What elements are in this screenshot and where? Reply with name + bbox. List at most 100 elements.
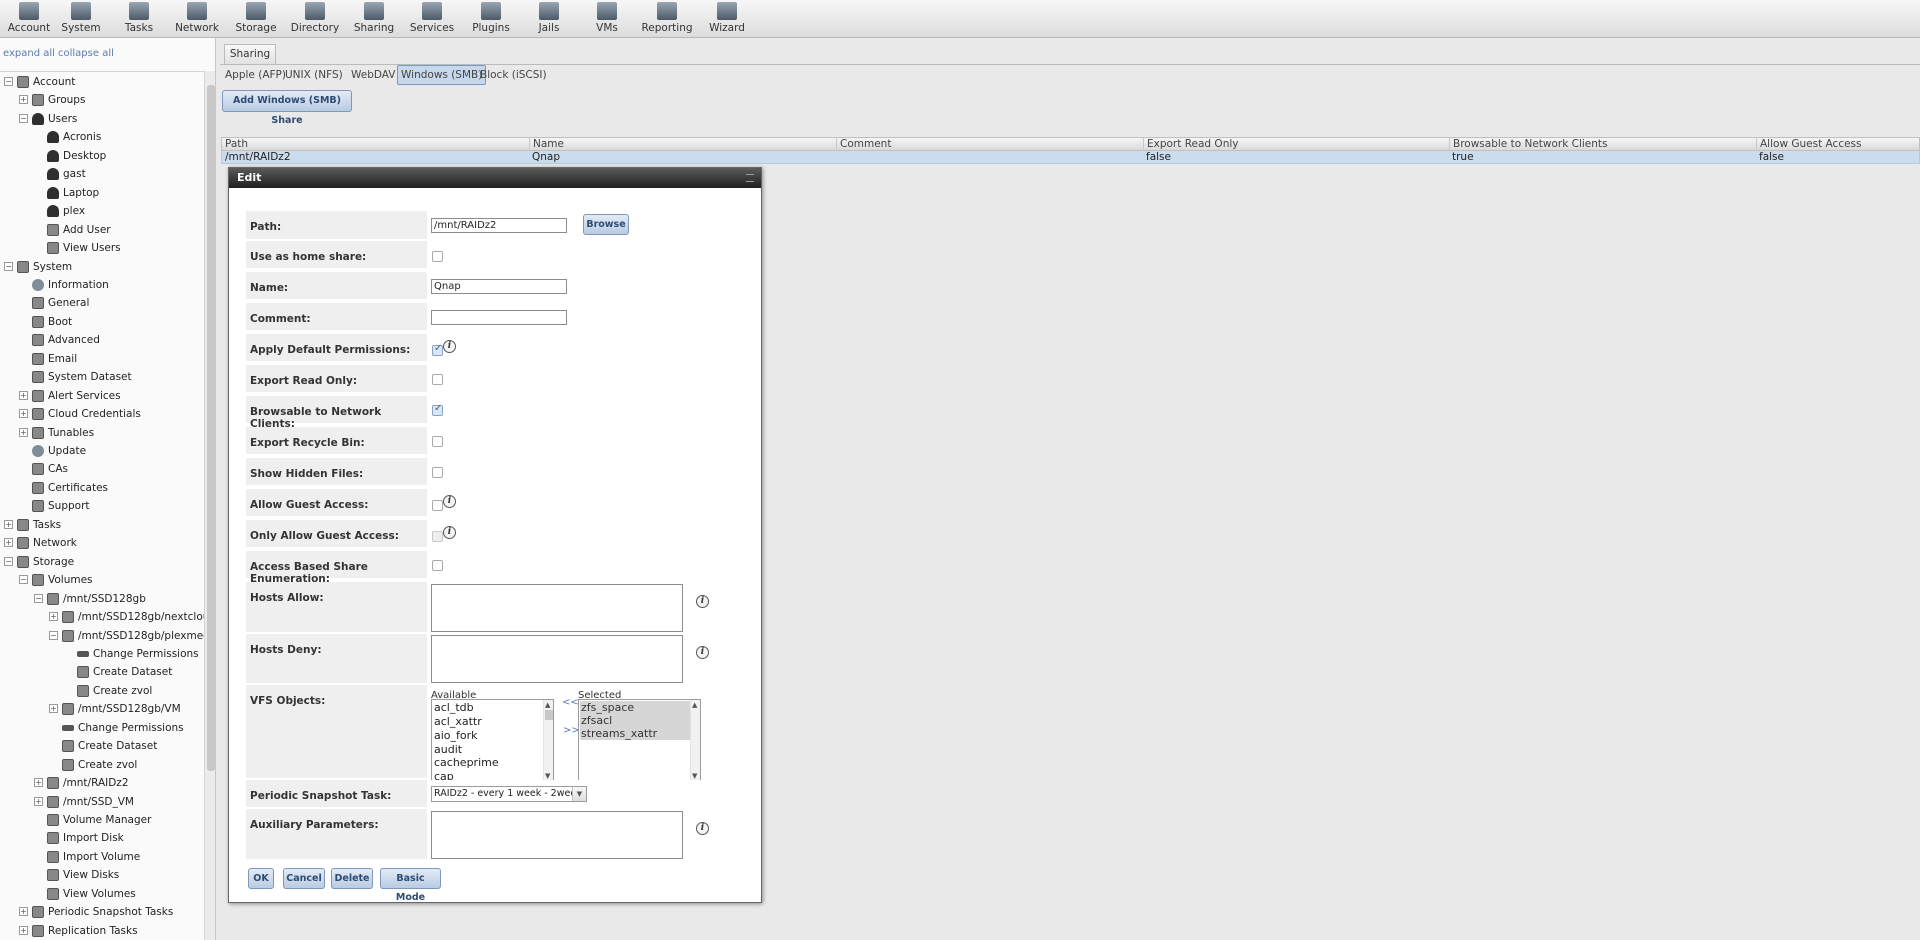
sidebar-tree-item[interactable]: Update [0,442,204,460]
sidebar-tree-item[interactable]: Create Dataset [0,737,204,755]
list-item[interactable]: zfsacl [580,714,690,727]
show-hidden-files-checkbox[interactable] [432,467,443,478]
sidebar-tree-item[interactable]: Import Disk [0,829,204,847]
toolbar-vms[interactable]: VMs [578,0,636,38]
sidebar-tree-item[interactable]: Create zvol [0,756,204,774]
toolbar-system[interactable]: System [52,0,110,38]
expand-icon[interactable]: + [19,95,28,105]
list-item[interactable]: audit [433,743,462,756]
name-input[interactable]: Qnap [431,279,567,294]
toolbar-wizard[interactable]: Wizard [698,0,756,38]
cancel-button[interactable]: Cancel [283,868,325,889]
subtab-webdav[interactable]: WebDAV [348,65,399,85]
expand-icon[interactable]: + [34,796,43,806]
table-row[interactable]: /mnt/RAIDz2 Qnap false true false [221,151,1920,164]
delete-button[interactable]: Delete [331,868,373,889]
expand-icon[interactable]: + [49,704,58,714]
sidebar-tree-item[interactable]: + Alert Services [0,387,204,405]
sidebar-tree-item[interactable]: Import Volume [0,848,204,866]
browsable-checkbox[interactable] [432,403,443,416]
sidebar-tree-item[interactable]: Advanced [0,331,204,349]
dialog-menu-icon[interactable] [746,174,754,182]
expand-icon[interactable]: + [34,778,43,788]
subtab-iscsi[interactable]: Block (iSCSI) [477,65,550,85]
sidebar-tree-item[interactable]: Email [0,350,204,368]
sidebar-tree-item[interactable]: + /mnt/SSD_VM [0,793,204,811]
collapse-icon[interactable]: − [49,630,58,640]
info-icon[interactable]: i [696,646,709,659]
available-vfs-list[interactable]: acl_tdb acl_xattr aio_fork audit cachepr… [431,699,554,782]
collapse-all-link[interactable]: collapse all [58,48,114,59]
toolbar-sharing[interactable]: Sharing [345,0,403,38]
expand-icon[interactable]: + [19,390,28,400]
toolbar-tasks[interactable]: Tasks [110,0,168,38]
info-icon[interactable]: i [443,340,456,353]
column-header-name[interactable]: Name [529,138,836,151]
sidebar-tree-item[interactable]: CAs [0,460,204,478]
comment-input[interactable] [431,310,567,325]
sidebar-tree-item[interactable]: View Users [0,239,204,257]
expand-icon[interactable]: + [4,519,13,529]
sidebar-tree-item[interactable]: + Tunables [0,424,204,442]
path-input[interactable]: /mnt/RAIDz2 [431,218,567,233]
sidebar-tree-item[interactable]: View Volumes [0,885,204,903]
list-item[interactable]: streams_xattr [580,727,690,740]
collapse-icon[interactable]: − [4,556,13,566]
collapse-icon[interactable]: − [19,575,28,585]
sidebar-tree-item[interactable]: View Disks [0,866,204,884]
periodic-snapshot-select[interactable]: RAIDz2 - every 1 week - 2week ▼ [431,786,587,802]
sidebar-scrollbar[interactable] [204,71,215,940]
hosts-deny-textarea[interactable] [431,635,683,683]
auxiliary-parameters-textarea[interactable] [431,811,683,859]
expand-icon[interactable]: + [4,538,13,548]
info-icon[interactable]: i [443,526,456,539]
scroll-up-icon[interactable]: ▲ [545,701,550,709]
info-icon[interactable]: i [696,595,709,608]
allow-guest-access-checkbox[interactable] [432,500,443,511]
collapse-icon[interactable]: − [4,261,13,271]
sidebar-tree-item[interactable]: General [0,294,204,312]
dialog-title-bar[interactable]: Edit [229,168,761,188]
column-header-export-read-only[interactable]: Export Read Only [1143,138,1449,151]
sidebar-tree-item[interactable]: Laptop [0,184,204,202]
scroll-down-icon[interactable]: ▼ [545,772,550,780]
list-item[interactable]: zfs_space [580,701,690,714]
sidebar-tree-item[interactable]: Acronis [0,128,204,146]
column-header-comment[interactable]: Comment [836,138,1143,151]
collapse-icon[interactable]: − [4,77,13,86]
sidebar-tree-item[interactable]: − System [0,258,204,276]
info-icon[interactable]: i [443,495,456,508]
list-item[interactable]: acl_xattr [433,715,482,728]
available-list-scrollbar[interactable]: ▲ ▼ [543,700,553,781]
available-list-scroll-thumb[interactable] [545,710,553,720]
sidebar-tree-item[interactable]: Boot [0,313,204,331]
sidebar-tree-item[interactable]: − Account [0,73,204,91]
toolbar-jails[interactable]: Jails [520,0,578,38]
sidebar-tree-item[interactable]: Change Permissions [0,645,204,663]
toolbar-services[interactable]: Services [403,0,461,38]
sidebar-tree-item[interactable]: + /mnt/SSD128gb/VM [0,700,204,718]
collapse-icon[interactable]: − [19,113,28,123]
expand-all-link[interactable]: expand all [3,48,55,59]
sidebar-scroll-thumb[interactable] [207,85,215,771]
column-header-path[interactable]: Path [222,138,529,151]
subtab-nfs[interactable]: UNIX (NFS) [282,65,346,85]
export-read-only-checkbox[interactable] [432,374,443,385]
tab-sharing[interactable]: Sharing [224,44,276,64]
sidebar-tree-item[interactable]: gast [0,165,204,183]
column-header-browsable[interactable]: Browsable to Network Clients [1449,138,1756,151]
subtab-smb[interactable]: Windows (SMB) [397,65,487,85]
list-item[interactable]: aio_fork [433,729,478,742]
toolbar-reporting[interactable]: Reporting [638,0,696,38]
home-share-checkbox[interactable] [432,251,443,262]
sidebar-tree-item[interactable]: System Dataset [0,368,204,386]
expand-icon[interactable]: + [49,612,58,622]
sidebar-tree-item[interactable]: + /mnt/SSD128gb/nextcloud [0,608,215,626]
toolbar-directory[interactable]: Directory [286,0,344,38]
sidebar-tree-item[interactable]: − Storage [0,553,204,571]
sidebar-tree-item[interactable]: Add User [0,221,204,239]
expand-icon[interactable]: + [19,427,28,437]
export-recycle-bin-checkbox[interactable] [432,436,443,447]
sidebar-tree-item[interactable]: + Periodic Snapshot Tasks [0,903,204,921]
sidebar-tree-item[interactable]: + Network [0,534,204,552]
